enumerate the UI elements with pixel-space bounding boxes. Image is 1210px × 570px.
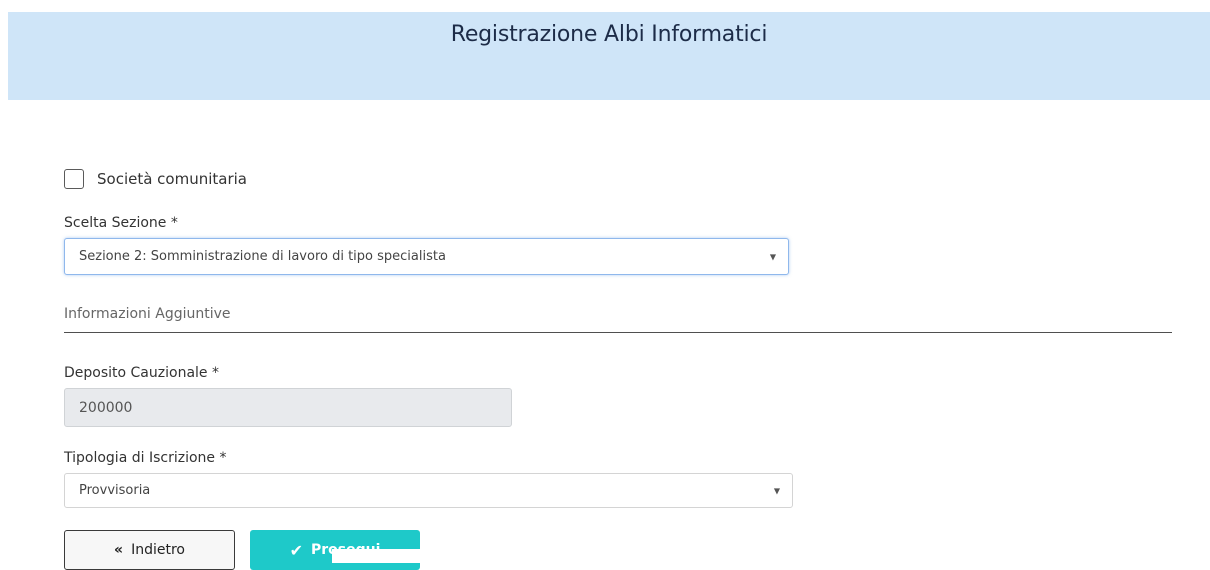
deposit-label: Deposito Cauzionale * <box>64 365 219 381</box>
check-icon: ✔ <box>289 540 303 560</box>
deposit-input: 200000 <box>64 388 512 427</box>
registration-type-select[interactable]: Provvisoria ▼ <box>64 473 793 508</box>
double-chevron-left-icon: « <box>114 542 124 558</box>
deposit-value: 200000 <box>79 399 133 416</box>
section-divider <box>64 332 1172 333</box>
community-company-checkbox[interactable] <box>64 169 84 189</box>
back-button[interactable]: « Indietro <box>64 530 235 570</box>
section-select-value: Sezione 2: Somministrazione di lavoro di… <box>79 249 446 264</box>
section-select-label: Scelta Sezione * <box>64 215 178 231</box>
additional-info-title: Informazioni Aggiuntive <box>64 306 231 322</box>
back-button-label: Indietro <box>131 542 185 558</box>
page-title: Registrazione Albi Informatici <box>450 22 768 47</box>
page-header: Registrazione Albi Informatici <box>8 12 1210 100</box>
community-company-label: Società comunitaria <box>97 170 247 188</box>
community-company-row[interactable]: Società comunitaria <box>64 169 247 189</box>
registration-type-value: Provvisoria <box>79 483 151 498</box>
registration-type-label: Tipologia di Iscrizione * <box>64 450 227 466</box>
screen-overlay <box>332 549 422 563</box>
dropdown-arrow-icon: ▼ <box>773 486 780 495</box>
dropdown-arrow-icon: ▼ <box>769 252 776 261</box>
section-select[interactable]: Sezione 2: Somministrazione di lavoro di… <box>64 238 789 275</box>
